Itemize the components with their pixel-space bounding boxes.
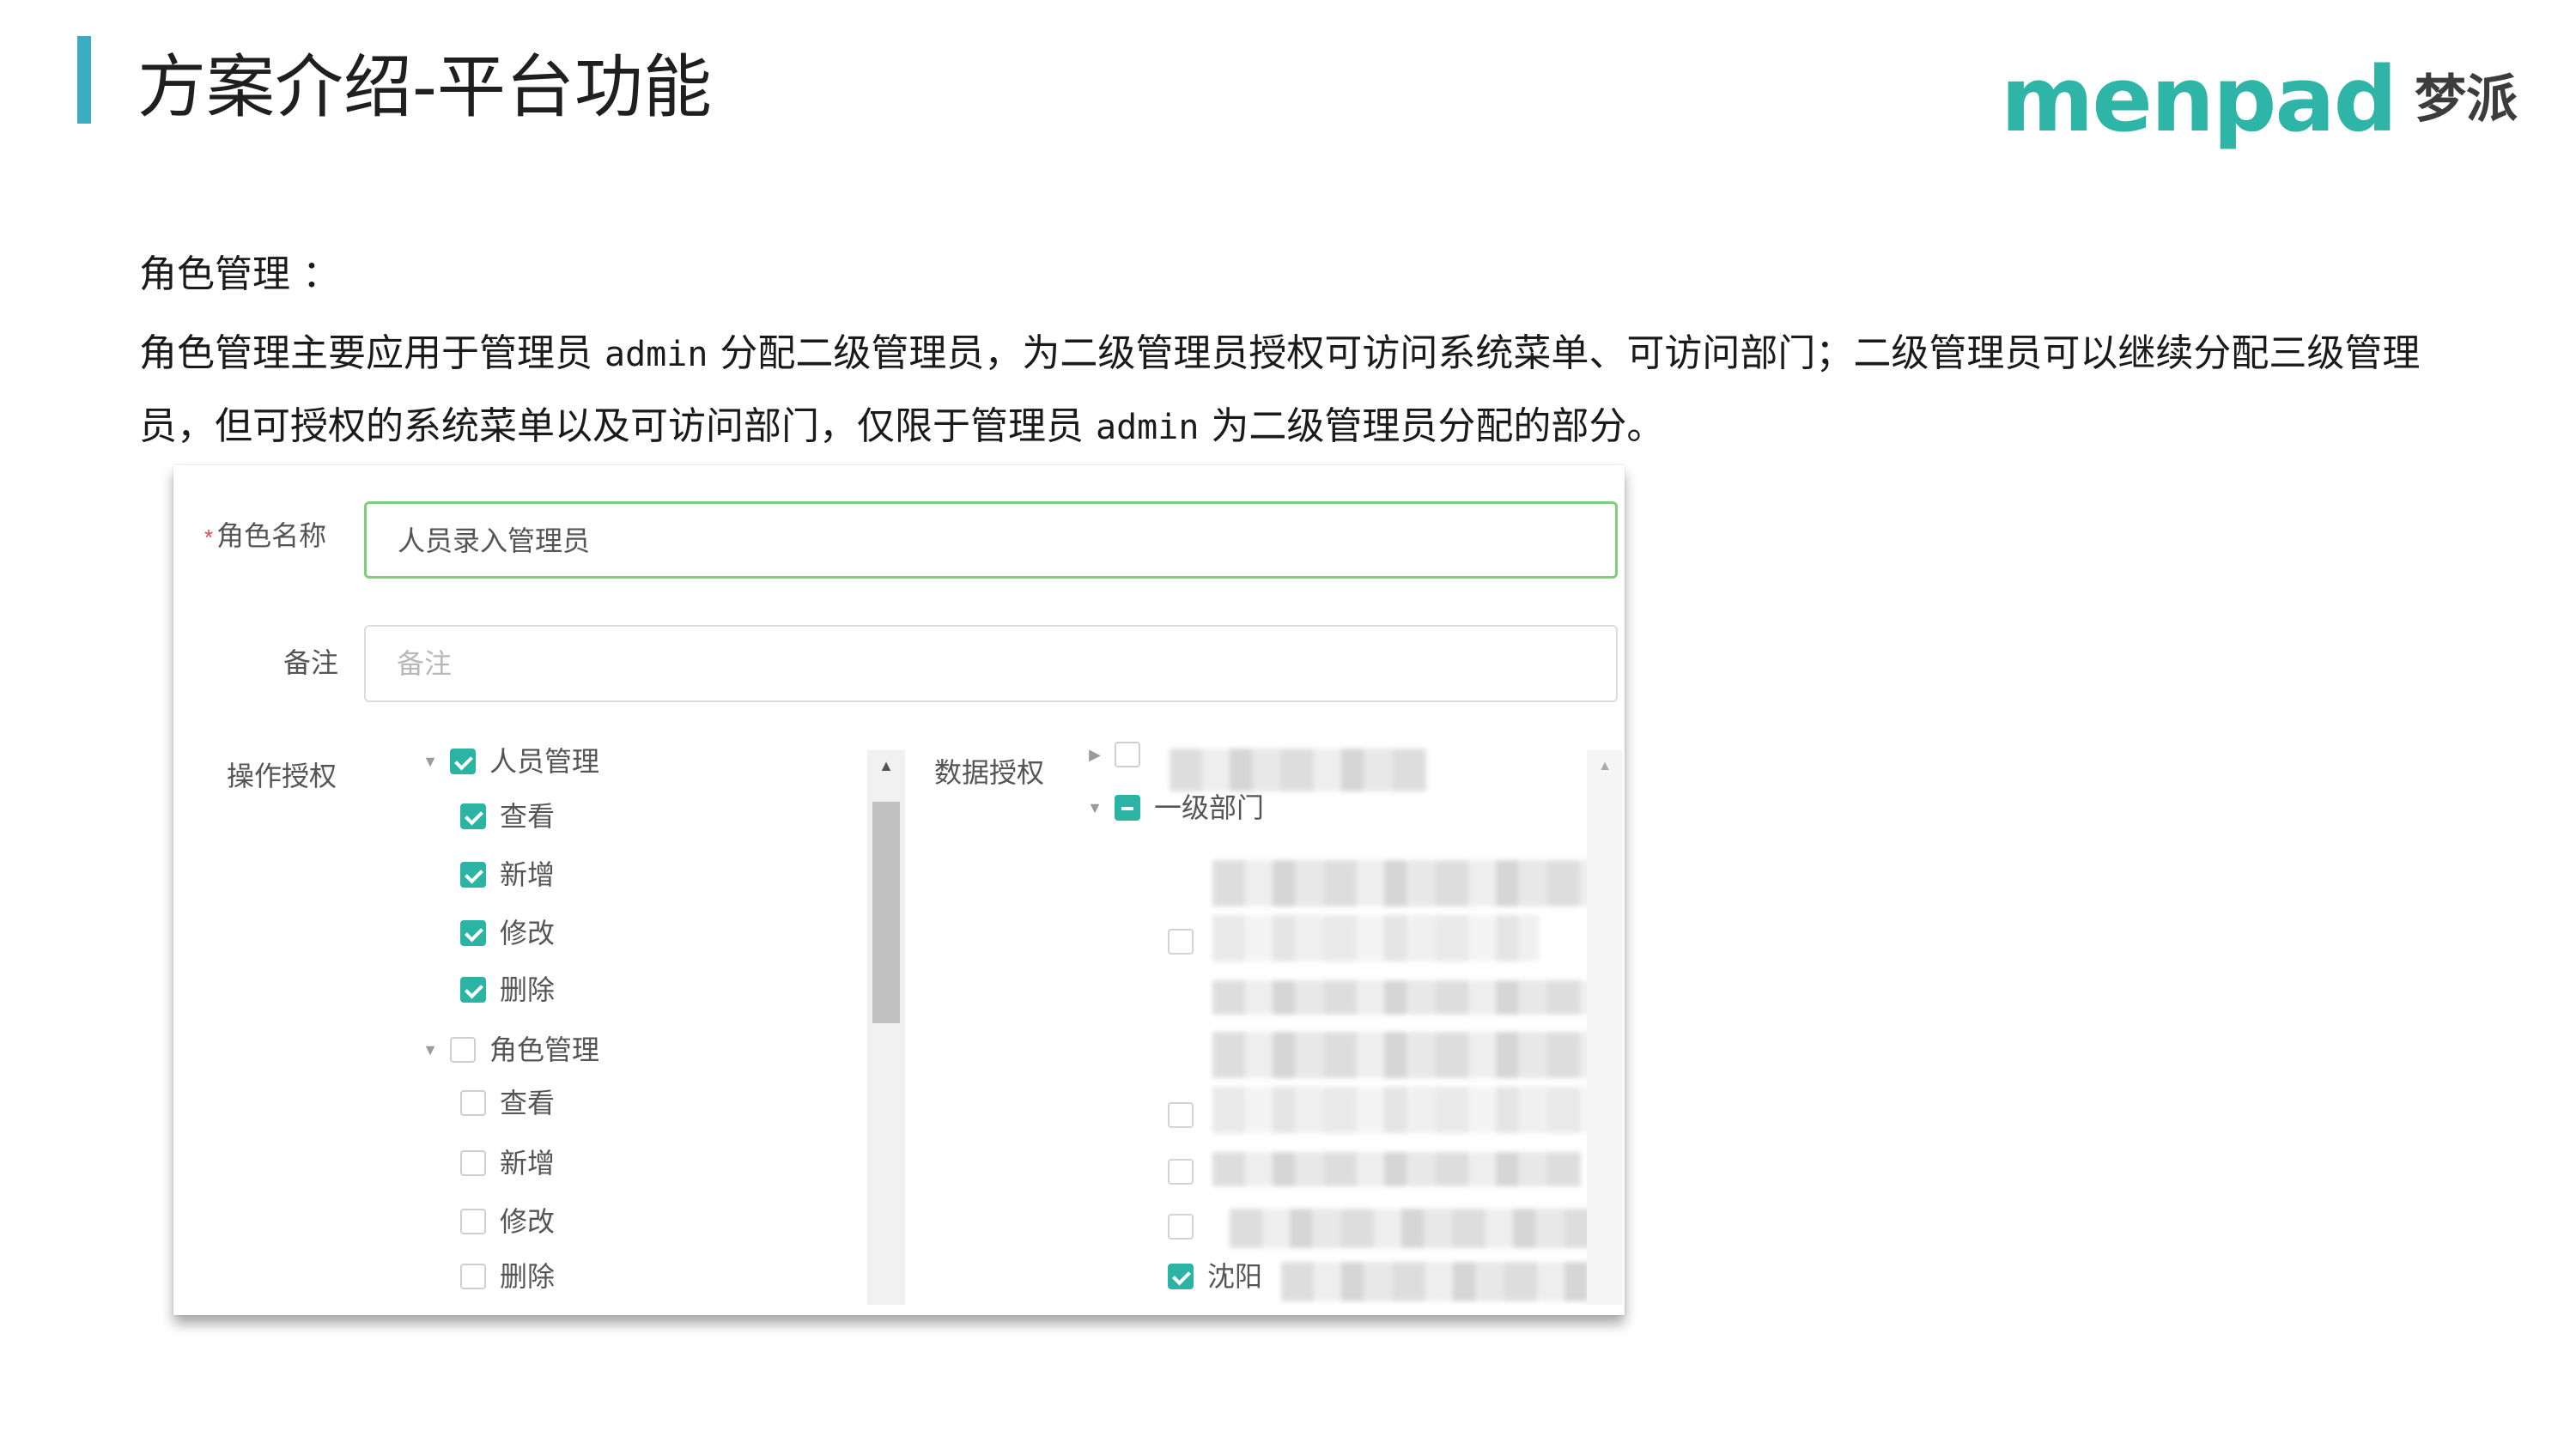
tree-node-label: 修改 xyxy=(500,1206,556,1237)
checkbox-checked[interactable] xyxy=(460,977,486,1003)
tree-node-label: 查看 xyxy=(500,801,556,832)
redacted-dept-7 xyxy=(1230,1209,1616,1248)
redacted-dept-4 xyxy=(1212,1032,1616,1078)
tree-child-row[interactable]: 新增 xyxy=(460,853,555,896)
caret-down-icon[interactable]: ▼ xyxy=(419,753,441,771)
caret-right-icon[interactable]: ▶ xyxy=(1084,746,1106,764)
level1-checkbox[interactable] xyxy=(1115,795,1140,821)
dept-checkbox-6[interactable] xyxy=(1168,1159,1194,1185)
required-mark: * xyxy=(204,524,214,550)
tree-parent-row[interactable]: ▼ 人员管理 xyxy=(419,740,599,783)
dept-checkbox-5[interactable] xyxy=(1168,1102,1194,1128)
data-tree-checked-leaf-row[interactable]: 沈阳 xyxy=(1168,1255,1262,1298)
scroll-up-arrow-icon[interactable]: ▲ xyxy=(867,757,905,775)
checkbox-unchecked[interactable] xyxy=(460,1090,486,1116)
tree-node-label: 查看 xyxy=(500,1088,556,1119)
tree-node-label: 角色管理 xyxy=(489,1034,600,1065)
dept-checkbox-2[interactable] xyxy=(1168,929,1194,955)
dept-checkbox-7[interactable] xyxy=(1168,1214,1194,1240)
tree-child-row[interactable]: 删除 xyxy=(460,968,555,1011)
logo-wordmark: menpad xyxy=(2001,47,2397,152)
redacted-leaf-suffix xyxy=(1281,1262,1616,1301)
redacted-dept-6 xyxy=(1212,1152,1582,1186)
desc-text-1: 角色管理主要应用于管理员 xyxy=(139,331,605,375)
data-auth-label: 数据授权 xyxy=(934,757,1045,788)
tree-child-row[interactable]: 删除 xyxy=(460,1255,555,1298)
tree-node-label: 删除 xyxy=(500,974,556,1005)
checkbox-unchecked[interactable] xyxy=(460,1209,486,1234)
redacted-dept-5 xyxy=(1212,1087,1616,1133)
desc-admin-1: admin xyxy=(605,335,708,374)
section-label: 角色管理 ： xyxy=(139,252,340,296)
data-tree-level1-row[interactable]: ▼ 一级部门 xyxy=(1084,786,1264,829)
tree-node-label: 新增 xyxy=(500,1148,556,1179)
page-title: 方案介绍-平台功能 xyxy=(137,47,712,127)
checkbox-unchecked[interactable] xyxy=(460,1150,486,1176)
data-tree-scrollbar[interactable]: ▲ xyxy=(1587,750,1623,1305)
level1-dept-label: 一级部门 xyxy=(1154,792,1265,823)
logo-chinese-name: 梦派 xyxy=(2415,70,2518,130)
remark-input[interactable]: 备注 xyxy=(364,625,1618,702)
shenyang-label: 沈阳 xyxy=(1207,1261,1263,1292)
redacted-dept-2 xyxy=(1212,915,1539,961)
tree-child-row[interactable]: 查看 xyxy=(460,1082,555,1125)
brand-logo: menpad 梦派 xyxy=(2001,48,2518,151)
title-accent-bar xyxy=(77,36,91,124)
role-form-screenshot: * 角色名称 人员录入管理员 备注 备注 操作授权 ▼ 人员管理 查看 新增 修改 删除 ▼ 角… xyxy=(173,465,1625,1315)
caret-down-icon[interactable]: ▼ xyxy=(1084,799,1106,817)
tree-child-row[interactable]: 新增 xyxy=(460,1142,555,1185)
tree-node-label: 删除 xyxy=(500,1261,556,1292)
checkbox-checked[interactable] xyxy=(460,920,486,946)
desc-text-3: 为二级管理员分配的部分。 xyxy=(1199,404,1665,448)
redacted-dept-1 xyxy=(1212,860,1616,906)
tree-child-row[interactable]: 查看 xyxy=(460,795,555,838)
tree-node-label: 修改 xyxy=(500,918,556,949)
scroll-up-arrow-icon[interactable]: ▲ xyxy=(1587,759,1623,774)
shenyang-checkbox[interactable] xyxy=(1168,1264,1194,1289)
desc-admin-2: admin xyxy=(1095,408,1200,447)
caret-down-icon[interactable]: ▼ xyxy=(419,1041,441,1059)
role-name-input[interactable]: 人员录入管理员 xyxy=(364,501,1618,579)
tree-child-row[interactable]: 修改 xyxy=(460,912,555,955)
checkbox-checked[interactable] xyxy=(460,803,486,829)
checkbox-unchecked[interactable] xyxy=(460,1264,486,1289)
role-name-label: * 角色名称 xyxy=(204,520,327,551)
redacted-root-name xyxy=(1170,749,1427,791)
operation-auth-label: 操作授权 xyxy=(227,761,337,791)
operation-tree-scrollbar[interactable]: ▲ xyxy=(867,750,905,1305)
description-paragraph: 角色管理主要应用于管理员 admin 分配二级管理员，为二级管理员授权可访问系统… xyxy=(139,318,2440,464)
tree-parent-row[interactable]: ▼ 角色管理 xyxy=(419,1028,599,1071)
tree-node-label: 人员管理 xyxy=(489,746,600,777)
remark-label: 备注 xyxy=(283,647,339,678)
tree-node-label: 新增 xyxy=(500,859,556,890)
data-tree-root-row[interactable]: ▶ xyxy=(1084,733,1154,776)
tree-child-row[interactable]: 修改 xyxy=(460,1200,555,1243)
redacted-dept-3 xyxy=(1212,980,1590,1015)
checkbox-checked[interactable] xyxy=(450,749,476,774)
checkbox-unchecked[interactable] xyxy=(450,1037,476,1063)
checkbox-checked[interactable] xyxy=(460,862,486,888)
scrollbar-thumb[interactable] xyxy=(872,802,900,1023)
data-root-checkbox[interactable] xyxy=(1115,742,1140,767)
